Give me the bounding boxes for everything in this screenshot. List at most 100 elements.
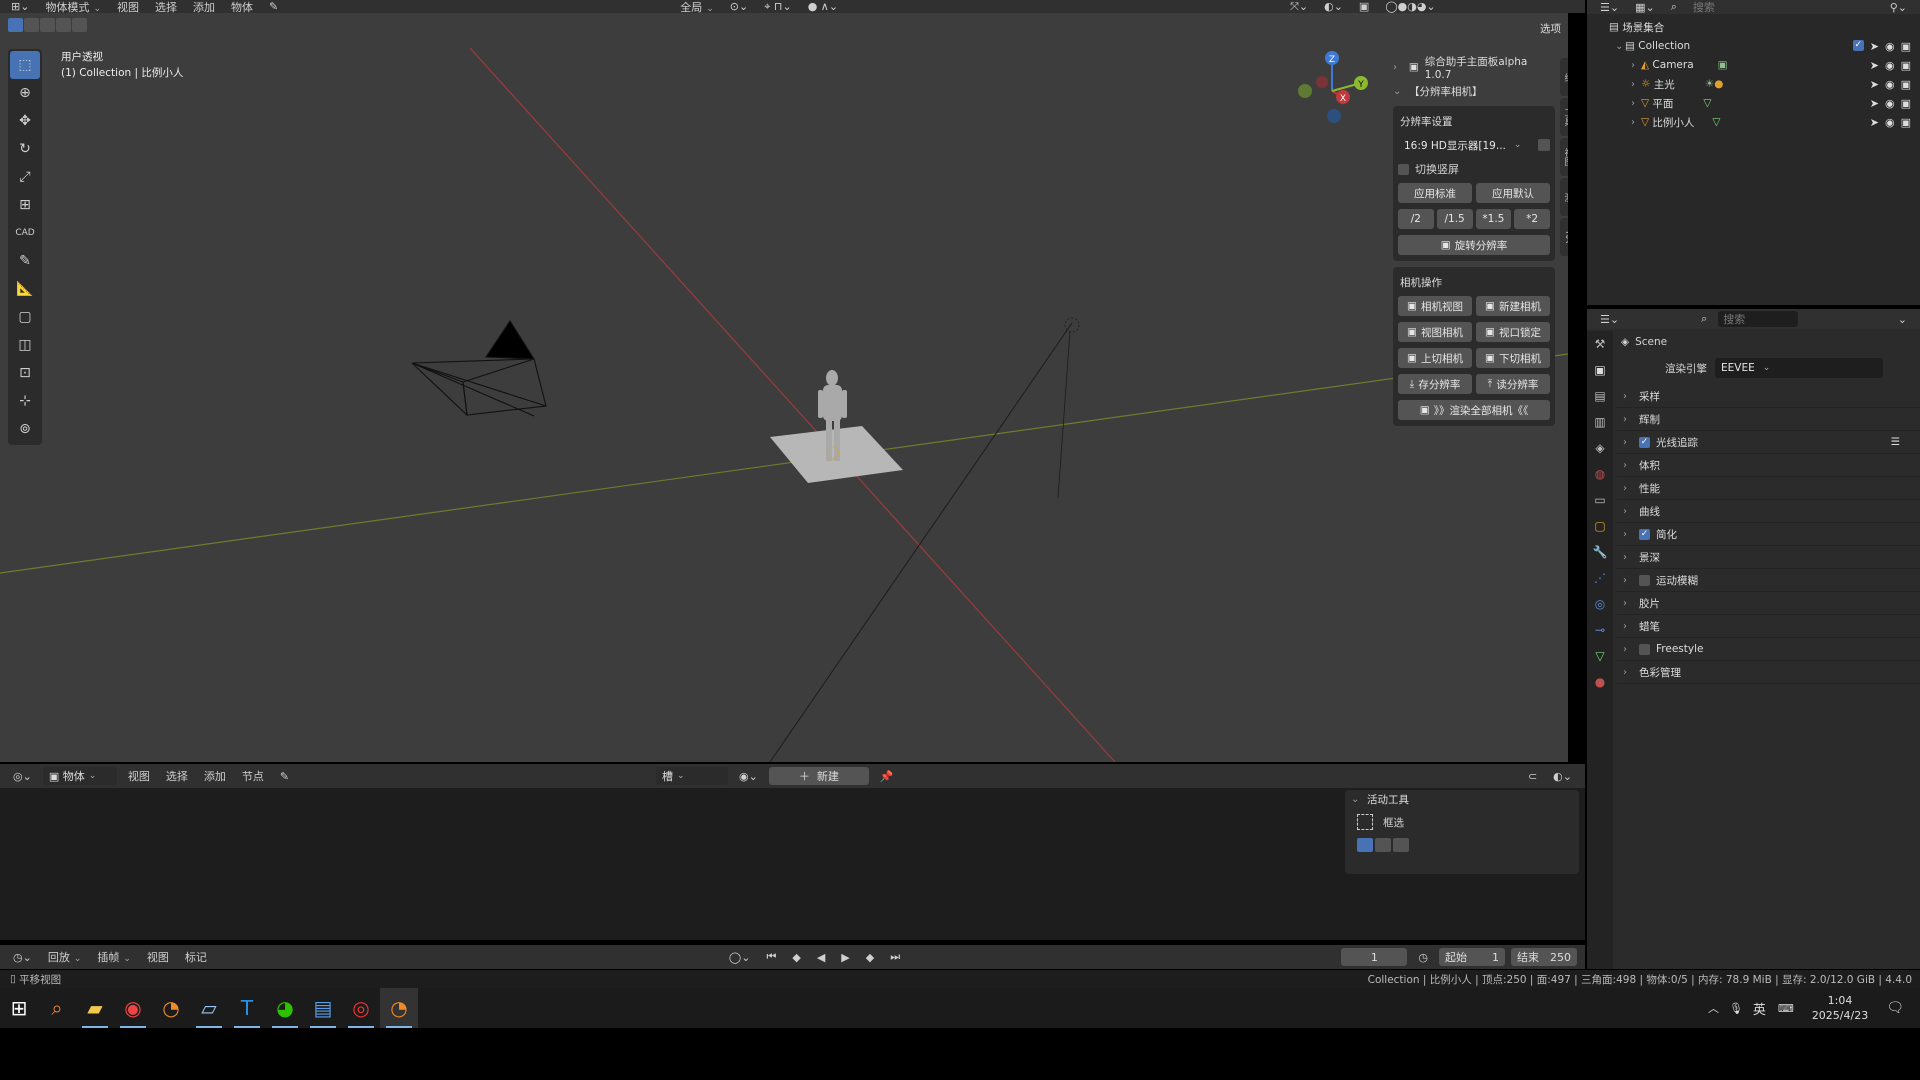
tab-tool[interactable]: 工具 [1560, 98, 1568, 136]
section-dof[interactable]: › 景深 [1617, 546, 1920, 569]
outliner-search-input[interactable]: 搜索 [1688, 0, 1768, 15]
add-object-tool-icon[interactable]: ◫ [10, 331, 40, 359]
addon-main-header[interactable]: › ▣ 综合助手主面板alpha 1.0.7 [1393, 56, 1555, 81]
eye-icon[interactable]: ◉ [1885, 97, 1895, 110]
wechat-icon[interactable]: ◕ [266, 988, 304, 1028]
clock-date[interactable]: 2025/4/23 [1812, 1008, 1868, 1023]
section-freestyle[interactable]: › Freestyle [1617, 638, 1920, 661]
display-mode-icon[interactable]: ▦⌄ [1630, 1, 1660, 14]
node-mode-dropdown[interactable]: ▣ 物体 [42, 767, 117, 785]
data-tab-icon[interactable]: ▽ [1587, 643, 1613, 669]
proportional-icon[interactable]: ● ∧⌄ [803, 0, 843, 13]
section-sampling[interactable]: › 采样 [1617, 385, 1920, 408]
node-menu-view[interactable]: 视图 [123, 768, 155, 784]
blender-icon[interactable]: ◔ [152, 988, 190, 1028]
file-explorer-icon[interactable]: ▰ [76, 988, 114, 1028]
menu-keying[interactable]: 插帧 [92, 949, 136, 965]
section-volumes[interactable]: › 体积 [1617, 454, 1920, 477]
prev-key-icon[interactable]: ◆ [787, 951, 805, 964]
options-button[interactable]: 选项 [1540, 21, 1561, 36]
new-camera-button[interactable]: ▣ 新建相机 [1476, 296, 1550, 316]
section-color-management[interactable]: › 色彩管理 [1617, 661, 1920, 684]
keyboard-icon[interactable]: ⌨ [1778, 1002, 1794, 1015]
play-icon[interactable]: ▶ [836, 951, 854, 964]
annotate-tool-icon[interactable]: ✎ [10, 247, 40, 275]
outliner-item-camera[interactable]: › ◭ Camera ▣ ➤ ◉ ▣ [1587, 56, 1917, 74]
camera-object[interactable] [411, 319, 547, 417]
render-engine-dropdown[interactable]: EEVEE [1715, 358, 1883, 378]
particles-tab-icon[interactable]: ⋰ [1587, 565, 1613, 591]
select-mode-buttons[interactable] [1345, 838, 1579, 852]
slot-dropdown[interactable]: 槽 [656, 767, 729, 785]
3d-viewport[interactable]: Z X Y 选项 用户透视 (1) Collection | 比例小人 ⬚ ⊕ … [0, 13, 1568, 762]
blender-active-icon[interactable]: ◔ [380, 988, 418, 1028]
menu-playback[interactable]: 回放 [43, 949, 87, 965]
modifier-tab-icon[interactable]: 🔧 [1587, 539, 1613, 565]
outliner-item-plane[interactable]: › ▽ 平面 ▽ ➤ ◉ ▣ [1587, 94, 1917, 112]
editor-type-icon[interactable]: ☰⌄ [1595, 1, 1624, 14]
prev-camera-button[interactable]: ▣ 上切相机 [1398, 348, 1472, 368]
ime-indicator[interactable]: 英 [1753, 999, 1766, 1018]
node-editor-area[interactable]: ⌄ 活动工具 框选 [0, 788, 1585, 940]
section-motion-blur[interactable]: › 运动模糊 [1617, 569, 1920, 592]
notes-app-icon[interactable]: ▱ [190, 988, 228, 1028]
menu-view[interactable]: 视图 [142, 949, 174, 965]
tab-view[interactable]: 视图 [1560, 138, 1568, 176]
clock-icon[interactable]: ◷ [1413, 951, 1433, 964]
section-simplify[interactable]: › ✓ 简化 [1617, 523, 1920, 546]
scale-div15-button[interactable]: /1.5 [1436, 209, 1473, 229]
gizmo-icon[interactable]: ⤧⌄ [1285, 0, 1313, 14]
section-film[interactable]: › 胶片 [1617, 592, 1920, 615]
chrome-icon[interactable]: ◉ [114, 988, 152, 1028]
freestyle-checkbox[interactable] [1639, 643, 1650, 655]
move-tool-icon[interactable]: ✥ [10, 107, 40, 135]
select-box-tool-icon[interactable]: ⬚ [10, 51, 40, 79]
select-icon[interactable]: ➤ [1870, 116, 1879, 129]
section-bake[interactable]: › 辉制 [1617, 408, 1920, 431]
lock-viewport-button[interactable]: ▣ 视口锁定 [1476, 322, 1550, 342]
editor-type-icon[interactable]: ◷⌄ [8, 951, 37, 964]
active-tool-header[interactable]: ⌄ 活动工具 [1345, 790, 1579, 808]
xray-icon[interactable]: ▣ [1354, 0, 1374, 13]
notification-icon[interactable]: 🗨 [1886, 1000, 1904, 1016]
world-tab-icon[interactable]: ◍ [1587, 461, 1613, 487]
measure-tool-icon[interactable]: 📐 [10, 275, 40, 303]
editor-type-icon[interactable]: ☰⌄ [1595, 313, 1624, 326]
save-resolution-button[interactable]: ⤓ 存分辨率 [1398, 374, 1472, 394]
jump-start-icon[interactable]: ⏮ [761, 950, 781, 964]
output-tab-icon[interactable]: ▤ [1587, 383, 1613, 409]
eyedropper-icon[interactable]: ✎ [275, 770, 294, 783]
tool-tab-icon[interactable]: ⚒ [1587, 331, 1613, 357]
overlay-icon[interactable]: ◐⌄ [1548, 770, 1577, 783]
render-tab-icon[interactable]: ▣ [1587, 357, 1613, 383]
node-menu-select[interactable]: 选择 [161, 768, 193, 784]
menu-marker[interactable]: 标记 [180, 949, 212, 965]
apply-default-button[interactable]: 应用默认 [1476, 183, 1550, 203]
load-resolution-button[interactable]: ⤒ 读分辨率 [1476, 374, 1550, 394]
outliner-item-light[interactable]: › ☼ 主光 ☀ ● ➤ ◉ ▣ [1587, 75, 1917, 93]
new-material-button[interactable]: ＋ 新建 [768, 767, 869, 785]
eyedropper-icon[interactable]: ✎ [264, 0, 283, 13]
outliner-item-figure[interactable]: › ▽ 比例小人 ▽ ➤ ◉ ▣ [1587, 113, 1917, 131]
section-grease-pencil[interactable]: › 蜡笔 [1617, 615, 1920, 638]
davinci-icon[interactable]: ◎ [342, 988, 380, 1028]
snap-icon[interactable]: ⊂ [1523, 770, 1542, 783]
cursor-tool-icon[interactable]: ⊕ [10, 79, 40, 107]
cad-tool-icon[interactable]: CAD [10, 219, 40, 247]
render-all-cameras-button[interactable]: ▣ 》》渲染全部相机《《 [1398, 400, 1550, 420]
pin-icon[interactable]: 📌 [875, 770, 899, 783]
collection-row[interactable]: ⌄ ▤ Collection ✓ ➤ ◉ ▣ [1587, 37, 1917, 55]
select-icon[interactable]: ➤ [1870, 40, 1879, 53]
camera-view-button[interactable]: ▣ 相机视图 [1398, 296, 1472, 316]
sun-lamp-icon[interactable] [1064, 317, 1080, 333]
add-cube-tool-icon[interactable]: ▢ [10, 303, 40, 331]
material-icon[interactable]: ◉⌄ [734, 770, 763, 783]
collection-tab-icon[interactable]: ▭ [1587, 487, 1613, 513]
frame-start-field[interactable]: 起始 1 [1439, 948, 1505, 966]
play-reverse-icon[interactable]: ◀ [812, 951, 830, 964]
clock-time[interactable]: 1:04 [1812, 993, 1868, 1008]
render-camera-icon[interactable]: ▣ [1901, 59, 1911, 72]
next-key-icon[interactable]: ◆ [861, 951, 879, 964]
snap-icon[interactable]: ⌖ ⊓⌄ [759, 0, 797, 14]
windows-start-icon[interactable]: ⊞ [0, 988, 38, 1028]
